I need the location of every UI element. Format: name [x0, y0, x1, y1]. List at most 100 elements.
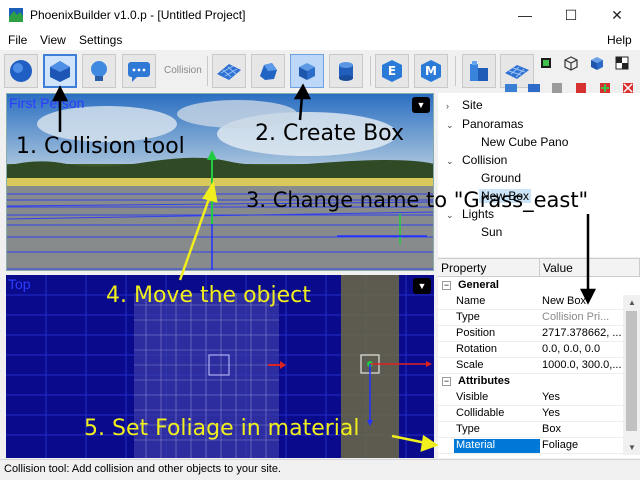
first-person-viewport[interactable]: First Person ▼ — [6, 93, 434, 271]
scroll-down-icon[interactable]: ▼ — [628, 443, 636, 452]
properties-scrollbar[interactable]: ▲ ▼ — [623, 295, 640, 455]
minimize-icon: — — [518, 7, 532, 23]
annotation-step4: 4. Move the object — [106, 283, 311, 308]
property-row-position[interactable]: Position 2717.378662, ... — [438, 326, 623, 342]
tree-item-collision[interactable]: Collision — [462, 153, 507, 167]
property-value[interactable]: 2717.378662, ... — [542, 327, 624, 339]
tree-item-sun[interactable]: Sun — [481, 225, 502, 239]
maximize-button[interactable]: ☐ — [548, 0, 594, 30]
small-pin-button[interactable] — [536, 53, 556, 73]
first-person-view-menu[interactable]: ▼ — [412, 97, 430, 113]
property-row-type[interactable]: Type Collision Pri... — [438, 310, 623, 326]
property-row-collidable[interactable]: Collidable Yes — [438, 406, 623, 422]
globe-icon — [10, 60, 32, 82]
menu-file[interactable]: File — [8, 33, 27, 47]
category-general[interactable]: − General — [438, 278, 623, 294]
maximize-icon: ☐ — [564, 6, 578, 23]
category-attributes[interactable]: − Attributes — [438, 374, 623, 390]
scroll-thumb[interactable] — [626, 311, 637, 431]
close-button[interactable]: ✕ — [594, 0, 640, 30]
chat-icon — [128, 62, 150, 82]
property-value[interactable]: 1000.0, 300.0,... — [542, 359, 624, 371]
collapse-arrow-icon[interactable]: › — [446, 101, 449, 111]
top-view-menu[interactable]: ▼ — [413, 278, 431, 294]
rock-icon — [260, 63, 277, 80]
property-row-type[interactable]: Type Box — [438, 422, 623, 438]
property-name: Type — [456, 311, 480, 323]
dropdown-icon: ▼ — [416, 100, 426, 110]
annotation-step2: 2. Create Box — [255, 121, 404, 146]
property-name: Name — [456, 295, 486, 307]
e-button[interactable]: E — [375, 54, 409, 88]
property-row-rotation[interactable]: Rotation 0.0, 0.0, 0.0 — [438, 342, 623, 358]
menu-settings[interactable]: Settings — [79, 33, 122, 47]
buildings-button[interactable] — [462, 54, 496, 88]
wire-cube-icon — [564, 56, 578, 71]
buildings-icon — [470, 61, 488, 81]
globe-button[interactable] — [4, 54, 38, 88]
toolbar: Collision E M — [0, 50, 640, 93]
menu-view[interactable]: View — [40, 33, 66, 47]
terrain-button[interactable] — [212, 54, 246, 88]
value-column-header[interactable]: Value — [540, 259, 640, 277]
property-name: Collidable — [456, 407, 505, 419]
cylinder-button[interactable] — [329, 54, 363, 88]
property-value[interactable]: Foliage — [542, 439, 624, 451]
dropdown-icon: ▼ — [417, 281, 427, 291]
svg-text:E: E — [388, 64, 396, 78]
top-view-label: Top — [8, 276, 31, 292]
small-solid-cube-button[interactable] — [587, 53, 607, 73]
property-column-header[interactable]: Property — [438, 259, 540, 277]
m-button[interactable]: M — [414, 54, 448, 88]
create-box-icon — [299, 63, 315, 80]
small-wire-cube-button[interactable] — [561, 53, 581, 73]
tree-item-new-cube-pano[interactable]: New Cube Pano — [481, 135, 568, 149]
property-row-name[interactable]: Name New Box — [438, 294, 623, 310]
create-box-button[interactable] — [290, 54, 324, 88]
toolbar-separator — [370, 56, 371, 86]
collision-group-label: Collision — [164, 65, 202, 76]
chat-button[interactable] — [122, 54, 156, 88]
property-value[interactable]: Yes — [542, 407, 624, 419]
title-bar: PhoenixBuilder v1.0.p - [Untitled Projec… — [0, 0, 640, 30]
collision-tool-button[interactable] — [43, 54, 77, 88]
light-bulb-icon — [91, 61, 107, 81]
property-row-material[interactable]: Material Foliage — [438, 438, 623, 454]
property-value[interactable]: Yes — [542, 391, 624, 403]
toolbar-separator — [207, 56, 208, 86]
solid-cube-icon — [591, 57, 603, 70]
expand-arrow-icon[interactable]: ⌄ — [446, 120, 454, 131]
collision-tool-icon — [50, 61, 70, 82]
property-name: Position — [456, 327, 496, 339]
menu-help[interactable]: Help — [607, 33, 632, 47]
checker-cube-icon — [615, 56, 629, 70]
collapse-icon[interactable]: − — [442, 377, 451, 386]
property-value: Collision Pri... — [542, 311, 610, 323]
property-value[interactable]: 0.0, 0.0, 0.0 — [542, 343, 624, 355]
terrain-icon — [217, 64, 241, 80]
small-checker-button[interactable] — [612, 53, 632, 73]
status-bar: Collision tool: Add collision and other … — [0, 459, 640, 480]
property-row-visible[interactable]: Visible Yes — [438, 390, 623, 406]
annotation-step3: 3. Change name to "Grass_east" — [246, 188, 589, 212]
m-icon: M — [421, 60, 441, 82]
tree-item-ground[interactable]: Ground — [481, 171, 521, 185]
e-icon: E — [382, 60, 402, 82]
tree-item-site[interactable]: Site — [462, 98, 483, 112]
category-general-label: General — [458, 279, 499, 291]
annotation-step5: 5. Set Foliage in material — [84, 416, 360, 441]
expand-arrow-icon[interactable]: ⌄ — [446, 156, 454, 167]
property-value[interactable]: Box — [542, 423, 624, 435]
property-value[interactable]: New Box — [542, 295, 624, 307]
property-row-scale[interactable]: Scale 1000.0, 300.0,... — [438, 358, 623, 374]
close-icon: ✕ — [611, 6, 623, 23]
property-name: Rotation — [456, 343, 497, 355]
collapse-icon[interactable]: − — [442, 281, 451, 290]
minimize-button[interactable]: — — [502, 0, 548, 30]
scroll-up-icon[interactable]: ▲ — [628, 298, 636, 307]
property-name: Type — [456, 423, 480, 435]
tree-item-panoramas[interactable]: Panoramas — [462, 117, 523, 131]
light-button[interactable] — [82, 54, 116, 88]
pin-icon — [541, 58, 551, 68]
rock-button[interactable] — [251, 54, 285, 88]
